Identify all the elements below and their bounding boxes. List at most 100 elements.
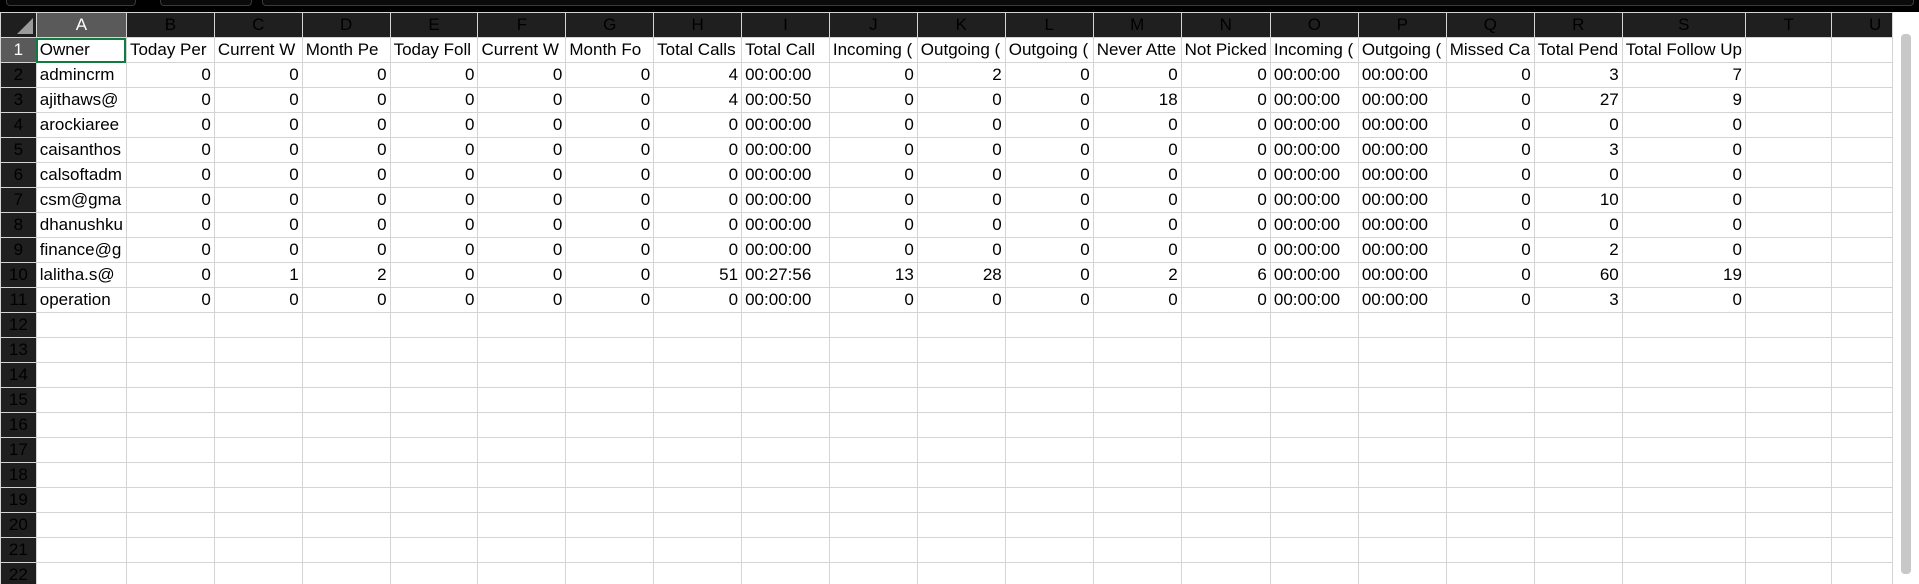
row-header-15[interactable]: 15	[0, 387, 37, 413]
cell-f18[interactable]	[477, 462, 567, 488]
cell-i5[interactable]: 00:00:00	[741, 137, 830, 163]
cell-k3[interactable]: 0	[916, 87, 1006, 113]
cell-h12[interactable]	[653, 312, 743, 338]
cell-p3[interactable]: 00:00:00	[1357, 87, 1447, 113]
cell-t21[interactable]	[1744, 537, 1833, 563]
cell-h4[interactable]: 0	[653, 112, 743, 138]
cell-p21[interactable]	[1357, 537, 1447, 563]
cell-r18[interactable]	[1533, 462, 1623, 488]
cell-a16[interactable]	[35, 412, 127, 438]
cell-r13[interactable]	[1533, 337, 1623, 363]
cell-p8[interactable]: 00:00:00	[1357, 212, 1447, 238]
cell-e11[interactable]: 0	[389, 287, 479, 313]
cell-k11[interactable]: 0	[916, 287, 1006, 313]
cell-t3[interactable]	[1744, 87, 1833, 113]
cell-k17[interactable]	[916, 437, 1006, 463]
cell-t4[interactable]	[1744, 112, 1833, 138]
cell-g10[interactable]: 0	[565, 262, 655, 288]
cell-r22[interactable]	[1533, 562, 1623, 584]
cell-j13[interactable]	[828, 337, 918, 363]
cell-r16[interactable]	[1533, 412, 1623, 438]
cell-o7[interactable]: 00:00:00	[1269, 187, 1359, 213]
cell-e12[interactable]	[389, 312, 479, 338]
cell-n10[interactable]: 6	[1180, 262, 1271, 288]
cell-l9[interactable]: 0	[1004, 237, 1094, 263]
cell-g4[interactable]: 0	[565, 112, 655, 138]
cell-p18[interactable]	[1357, 462, 1447, 488]
row-header-8[interactable]: 8	[0, 212, 37, 238]
cell-k9[interactable]: 0	[916, 237, 1006, 263]
cell-n19[interactable]	[1180, 487, 1271, 513]
cell-i9[interactable]: 00:00:00	[741, 237, 830, 263]
cell-a6[interactable]: calsoftadm	[35, 162, 127, 188]
cell-c18[interactable]	[213, 462, 303, 488]
cell-p14[interactable]	[1357, 362, 1447, 388]
cell-r2[interactable]: 3	[1533, 62, 1623, 88]
cell-p7[interactable]: 00:00:00	[1357, 187, 1447, 213]
cell-t19[interactable]	[1744, 487, 1833, 513]
cell-j7[interactable]: 0	[828, 187, 918, 213]
cell-l16[interactable]	[1004, 412, 1094, 438]
cell-q19[interactable]	[1445, 487, 1535, 513]
cell-s16[interactable]	[1621, 412, 1746, 438]
cell-b21[interactable]	[125, 537, 215, 563]
cell-j15[interactable]	[828, 387, 918, 413]
cell-b7[interactable]: 0	[125, 187, 215, 213]
cell-p17[interactable]	[1357, 437, 1447, 463]
cell-h17[interactable]	[653, 437, 743, 463]
cell-o20[interactable]	[1269, 512, 1359, 538]
cell-k5[interactable]: 0	[916, 137, 1006, 163]
cell-i21[interactable]	[741, 537, 830, 563]
cell-n22[interactable]	[1180, 562, 1271, 584]
cell-f5[interactable]: 0	[477, 137, 567, 163]
row-header-9[interactable]: 9	[0, 237, 37, 263]
cell-g8[interactable]: 0	[565, 212, 655, 238]
cell-l10[interactable]: 0	[1004, 262, 1094, 288]
cell-m16[interactable]	[1092, 412, 1182, 438]
vertical-scrollbar[interactable]	[1892, 12, 1919, 584]
cell-f1[interactable]: Current W	[477, 37, 567, 63]
cell-f10[interactable]: 0	[477, 262, 567, 288]
cell-a12[interactable]	[35, 312, 127, 338]
cell-q14[interactable]	[1445, 362, 1535, 388]
cell-f14[interactable]	[477, 362, 567, 388]
cell-t8[interactable]	[1744, 212, 1833, 238]
cell-q6[interactable]: 0	[1445, 162, 1535, 188]
cell-b17[interactable]	[125, 437, 215, 463]
cell-k18[interactable]	[916, 462, 1006, 488]
cell-k6[interactable]: 0	[916, 162, 1006, 188]
cell-g22[interactable]	[565, 562, 655, 584]
row-header-19[interactable]: 19	[0, 487, 37, 513]
cell-j12[interactable]	[828, 312, 918, 338]
select-all-corner[interactable]	[0, 12, 37, 38]
cell-r17[interactable]	[1533, 437, 1623, 463]
cell-d17[interactable]	[301, 437, 391, 463]
cell-n9[interactable]: 0	[1180, 237, 1271, 263]
row-header-5[interactable]: 5	[0, 137, 37, 163]
cell-f8[interactable]: 0	[477, 212, 567, 238]
cell-c11[interactable]: 0	[213, 287, 303, 313]
column-header-d[interactable]: D	[301, 12, 391, 38]
cell-g13[interactable]	[565, 337, 655, 363]
cell-f13[interactable]	[477, 337, 567, 363]
cell-j9[interactable]: 0	[828, 237, 918, 263]
cell-e10[interactable]: 0	[389, 262, 479, 288]
cell-g14[interactable]	[565, 362, 655, 388]
cell-c15[interactable]	[213, 387, 303, 413]
cell-b10[interactable]: 0	[125, 262, 215, 288]
cell-c5[interactable]: 0	[213, 137, 303, 163]
cell-d7[interactable]: 0	[301, 187, 391, 213]
cell-d14[interactable]	[301, 362, 391, 388]
cell-o11[interactable]: 00:00:00	[1269, 287, 1359, 313]
cell-g2[interactable]: 0	[565, 62, 655, 88]
cell-e1[interactable]: Today Foll	[389, 37, 479, 63]
cell-m20[interactable]	[1092, 512, 1182, 538]
cell-g19[interactable]	[565, 487, 655, 513]
cell-l19[interactable]	[1004, 487, 1094, 513]
cell-n17[interactable]	[1180, 437, 1271, 463]
cell-m19[interactable]	[1092, 487, 1182, 513]
cell-r11[interactable]: 3	[1533, 287, 1623, 313]
cell-q9[interactable]: 0	[1445, 237, 1535, 263]
cell-i13[interactable]	[741, 337, 830, 363]
cell-n2[interactable]: 0	[1180, 62, 1271, 88]
